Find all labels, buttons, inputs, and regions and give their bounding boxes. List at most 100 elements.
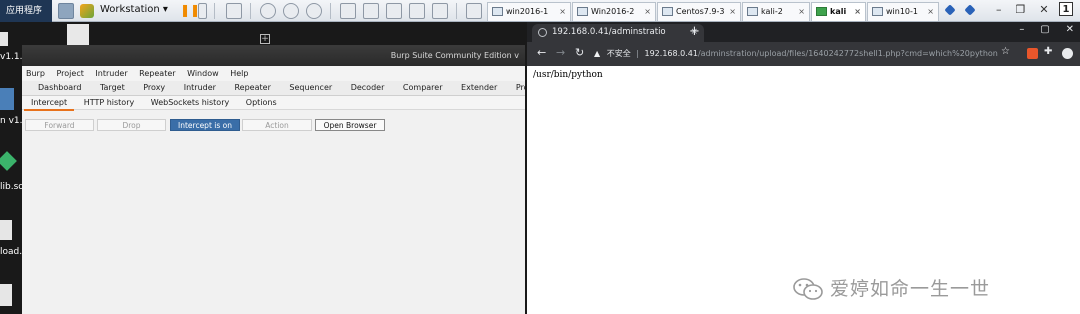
vm-tab-kali-2[interactable]: kali-2 × (742, 2, 810, 21)
burp-menu-bar: Burp Project Intruder Repeater Window He… (22, 66, 525, 81)
tab-websockets-history[interactable]: WebSockets history (144, 96, 236, 109)
vm-tab-label: kali (830, 7, 847, 16)
vm-icon (662, 7, 673, 16)
watermark: 爱婷如命一生一世 (792, 274, 1052, 304)
pause-dropdown-icon[interactable] (198, 3, 207, 19)
vm-tab-label: Centos7.9-3 (676, 7, 725, 16)
close-icon[interactable]: × (798, 3, 805, 20)
vm-tab-win2016-2[interactable]: Win2016-2 × (572, 2, 656, 21)
console-window-icon[interactable] (466, 3, 482, 19)
vm-tab-win10-1[interactable]: win10-1 × (867, 2, 939, 21)
vm-tab-label: Win2016-2 (591, 7, 635, 16)
puzzle-icon[interactable]: ✚ (1044, 46, 1052, 57)
applications-menu[interactable]: 应用程序 (0, 0, 52, 22)
extension-icon[interactable] (1027, 48, 1038, 59)
drop-button[interactable]: Drop (97, 119, 166, 131)
page-content: /usr/bin/python 爱婷如命一生一世 (527, 66, 1080, 314)
profile-avatar-icon[interactable] (1062, 48, 1073, 59)
tab-intercept[interactable]: Intercept (24, 96, 75, 111)
tab-scroll-left-icon[interactable] (944, 4, 956, 16)
fullscreen-icon[interactable] (386, 3, 402, 19)
globe-icon (538, 28, 547, 37)
menu-burp[interactable]: Burp (26, 69, 45, 78)
address-bar[interactable]: ▲ 不安全 | 192.168.0.41/adminstration/uploa… (594, 46, 1022, 62)
vm-tab-win2016-1[interactable]: win2016-1 × (487, 2, 571, 21)
back-arrow-icon[interactable]: ← (537, 46, 546, 59)
close-icon[interactable]: × (854, 3, 861, 20)
minimize-icon[interactable]: – (1019, 24, 1024, 35)
console-view-icon[interactable] (432, 3, 448, 19)
vm-icon (492, 7, 503, 16)
revert-snapshot-icon[interactable] (283, 3, 299, 19)
close-window-icon[interactable]: ✕ (1039, 3, 1048, 16)
add-icon[interactable]: + (260, 34, 270, 44)
vm-tab-kali[interactable]: kali × (811, 2, 866, 21)
tab-proxy[interactable]: Proxy (135, 81, 173, 95)
file-icon[interactable] (0, 284, 12, 306)
vm-icon (747, 7, 758, 16)
close-window-icon[interactable]: ✕ (1066, 24, 1074, 35)
folder-icon[interactable] (0, 88, 14, 110)
minimize-icon[interactable]: – (996, 3, 1002, 16)
browser-tab[interactable]: 192.168.0.41/adminstratio × (532, 24, 704, 42)
app-icon[interactable] (0, 151, 17, 171)
desktop-file-label: lib.so (0, 182, 24, 192)
library-view-icon[interactable] (340, 3, 356, 19)
tab-sequencer[interactable]: Sequencer (281, 81, 340, 95)
send-keys-icon[interactable] (226, 3, 242, 19)
unity-icon[interactable] (409, 3, 425, 19)
maximize-icon[interactable]: ▢ (1040, 24, 1049, 35)
tab-scroll-right-icon[interactable] (964, 4, 976, 16)
intercept-toggle-button[interactable]: Intercept is on (170, 119, 240, 131)
close-icon[interactable]: × (927, 3, 934, 20)
warning-icon: ▲ (594, 49, 601, 58)
vm-tab-centos[interactable]: Centos7.9-3 × (657, 2, 741, 21)
close-icon[interactable]: × (729, 3, 736, 20)
action-button[interactable]: Action (242, 119, 312, 131)
menu-window[interactable]: Window (187, 69, 219, 78)
tab-intruder[interactable]: Intruder (176, 81, 224, 95)
menu-help[interactable]: Help (230, 69, 248, 78)
menu-intruder[interactable]: Intruder (95, 69, 127, 78)
tab-proxy-options[interactable]: Options (239, 96, 284, 109)
bookmark-star-icon[interactable]: ☆ (1001, 46, 1010, 57)
snapshot-manager-icon[interactable] (306, 3, 322, 19)
restore-icon[interactable]: ❐ (1016, 3, 1026, 16)
forward-button[interactable]: Forward (25, 119, 94, 131)
open-browser-button[interactable]: Open Browser (315, 119, 385, 131)
toolbar-separator (456, 3, 457, 19)
reload-icon[interactable]: ↻ (575, 46, 584, 59)
intercept-toolbar: Forward Drop Intercept is on Action Open… (22, 110, 525, 140)
url-path: /adminstration/upload/files/1640242772sh… (697, 49, 998, 58)
wechat-logo-icon (793, 278, 823, 300)
forward-arrow-icon[interactable]: → (556, 46, 565, 59)
chrome-window: 192.168.0.41/adminstratio × + – ▢ ✕ ← → … (527, 22, 1080, 314)
close-icon[interactable]: × (559, 3, 566, 20)
file-icon[interactable] (0, 32, 8, 46)
toolbar-separator (330, 3, 331, 19)
pin-icon[interactable] (58, 3, 74, 19)
toolbar-separator (214, 3, 215, 19)
new-tab-button[interactable]: + (689, 24, 700, 40)
tab-decoder[interactable]: Decoder (343, 81, 393, 95)
menu-project[interactable]: Project (56, 69, 83, 78)
pause-icon[interactable]: ❚❚ (180, 3, 200, 19)
tab-project-options[interactable]: Project opt (508, 81, 525, 95)
tab-comparer[interactable]: Comparer (395, 81, 451, 95)
tab-repeater[interactable]: Repeater (226, 81, 278, 95)
tab-http-history[interactable]: HTTP history (77, 96, 142, 109)
security-label[interactable]: 不安全 (607, 49, 631, 58)
menu-repeater[interactable]: Repeater (139, 69, 175, 78)
command-output: /usr/bin/python (533, 70, 603, 80)
tab-extender[interactable]: Extender (453, 81, 505, 95)
file-icon[interactable] (0, 220, 12, 240)
tab-target[interactable]: Target (92, 81, 133, 95)
url-divider: | (636, 49, 639, 58)
vm-icon (816, 7, 827, 16)
snapshot-icon[interactable] (260, 3, 276, 19)
burp-title-bar: Burp Suite Community Edition v (22, 45, 525, 66)
close-icon[interactable]: × (644, 3, 651, 20)
tab-dashboard[interactable]: Dashboard (30, 81, 89, 95)
thumbnail-view-icon[interactable] (363, 3, 379, 19)
workstation-menu[interactable]: Workstation ▾ (100, 4, 168, 15)
